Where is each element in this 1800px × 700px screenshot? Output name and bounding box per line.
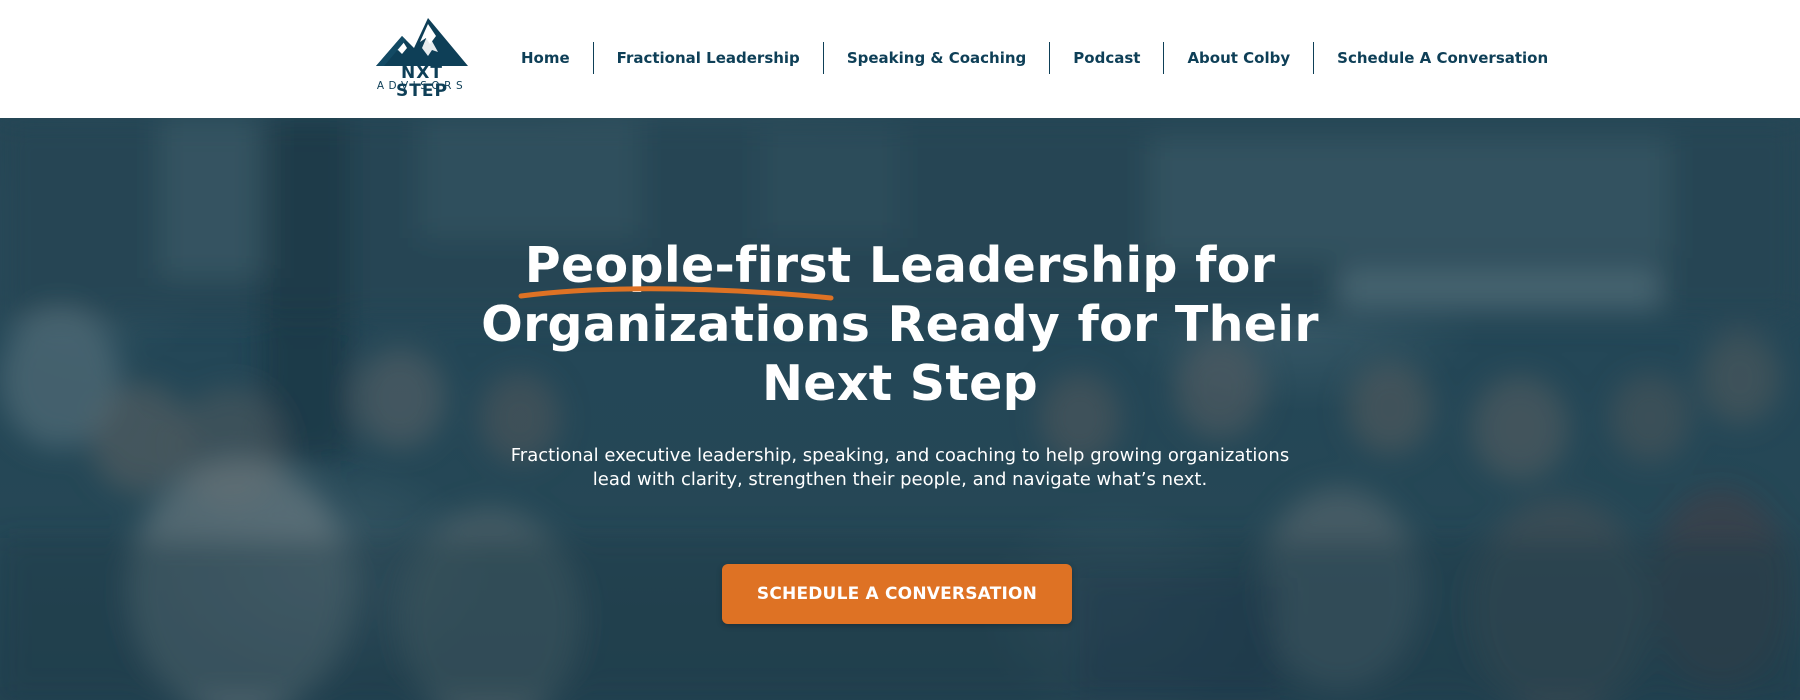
nav-item-fractional-leadership[interactable]: Fractional Leadership <box>592 42 823 74</box>
hero-headline: People-first Leadership for Organization… <box>450 236 1350 413</box>
hero-section: People-first Leadership for Organization… <box>0 118 1800 700</box>
nxt-step-advisors-logo[interactable]: NXT STEP ADVISORS <box>372 12 472 100</box>
nav-item-home[interactable]: Home <box>502 42 593 74</box>
schedule-conversation-button[interactable]: SCHEDULE A CONVERSATION <box>722 564 1072 624</box>
hero-subtitle: Fractional executive leadership, speakin… <box>510 445 1290 490</box>
brush-underline-icon <box>518 286 834 301</box>
site-header: NXT STEP ADVISORS Home Fractional Leader… <box>0 0 1800 118</box>
headline-highlight: People-first <box>518 236 852 301</box>
nav-item-podcast[interactable]: Podcast <box>1049 42 1163 74</box>
nav-item-speaking-coaching[interactable]: Speaking & Coaching <box>822 42 1049 74</box>
mountain-logo-icon <box>376 18 468 66</box>
main-nav: Home Fractional Leadership Speaking & Co… <box>502 42 1571 74</box>
logo-tagline-text: ADVISORS <box>376 80 468 92</box>
nav-item-about-colby[interactable]: About Colby <box>1163 42 1313 74</box>
nav-item-schedule-conversation[interactable]: Schedule A Conversation <box>1313 42 1571 74</box>
